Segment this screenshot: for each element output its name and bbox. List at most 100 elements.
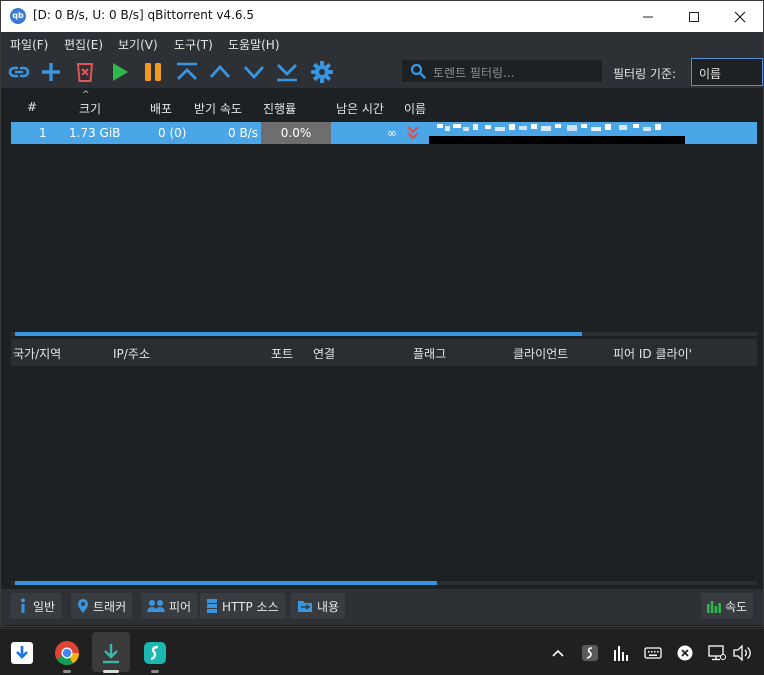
tab-trackers[interactable]: 트래커 (71, 593, 133, 619)
row-eta: ∞ (387, 126, 397, 140)
move-top-button[interactable] (174, 59, 200, 85)
peers-list-scrollbar-thumb[interactable] (15, 581, 437, 585)
peer-column-country[interactable]: 국가/지역 (13, 345, 61, 362)
column-seeds[interactable]: 배포 (150, 100, 172, 117)
row-down-speed: 0 B/s (228, 126, 258, 140)
surfshark-tray-icon (582, 645, 598, 661)
add-torrent-file-button[interactable] (38, 59, 64, 85)
tray-volume[interactable] (732, 643, 752, 663)
row-size: 1.73 GiB (69, 126, 121, 140)
move-top-icon (177, 62, 197, 80)
peer-column-connection[interactable]: 연결 (313, 345, 335, 362)
surfshark-icon (144, 642, 166, 664)
peer-column-peer-id-client[interactable]: 피어 ID 클라이' (613, 345, 692, 362)
peer-column-port[interactable]: 포트 (271, 345, 293, 362)
menu-bar: 파일(F) 편집(E) 보기(V) 도구(T) 도움말(H) (1, 32, 763, 56)
move-down-icon (243, 66, 265, 80)
show-hidden-icons-button[interactable] (548, 643, 568, 663)
search-placeholder: 토렌트 필터링... (433, 66, 515, 80)
maximize-button[interactable] (671, 1, 717, 32)
delete-button[interactable] (72, 59, 98, 85)
tab-content[interactable]: 내용 (291, 593, 346, 619)
column-eta[interactable]: 남은 시간 (336, 100, 384, 117)
qbittorrent-active-indicator (103, 670, 119, 673)
tab-peers-label: 피어 (169, 599, 192, 614)
taskbar-surfshark[interactable] (139, 637, 171, 669)
redacted-torrent-name (429, 122, 685, 144)
resume-button[interactable] (107, 59, 133, 85)
move-up-button[interactable] (207, 59, 233, 85)
move-bottom-button[interactable] (274, 59, 300, 85)
delete-icon (76, 63, 94, 82)
tab-http-sources[interactable]: HTTP 소스 (200, 593, 285, 619)
taskbar-downloader-app[interactable] (6, 637, 38, 669)
surfshark-running-indicator (151, 670, 159, 673)
menu-help[interactable]: 도움말(H) (228, 36, 280, 53)
row-seeds: 0 (0) (158, 126, 187, 140)
column-down-speed[interactable]: 받기 속도 (194, 100, 242, 117)
title-bar: qb [D: 0 B/s, U: 0 B/s] qBittorrent v4.6… (1, 1, 763, 32)
circle-x-icon (677, 645, 693, 661)
column-size[interactable]: 크기 (79, 100, 101, 117)
peer-column-flags[interactable]: 플래그 (413, 345, 446, 362)
close-button[interactable] (717, 1, 763, 32)
speed-graph-label: 속도 (725, 599, 748, 614)
play-icon (113, 63, 128, 81)
window-title: [D: 0 B/s, U: 0 B/s] qBittorrent v4.6.5 (33, 8, 254, 22)
keyboard-icon (644, 647, 662, 659)
taskbar-chrome[interactable] (51, 637, 83, 669)
filter-by-select[interactable]: 이름 (691, 58, 763, 86)
link-icon (8, 66, 30, 78)
move-up-icon (209, 64, 231, 78)
pause-button[interactable] (140, 59, 166, 85)
peers-list (11, 366, 757, 588)
transfer-list-scrollbar-thumb[interactable] (15, 332, 582, 336)
users-icon (147, 599, 165, 613)
minimize-button[interactable] (625, 1, 671, 32)
qbittorrent-window: qb [D: 0 B/s, U: 0 B/s] qBittorrent v4.6… (0, 0, 764, 627)
filter-by-label: 필터링 기준: (613, 67, 677, 81)
add-torrent-link-button[interactable] (6, 59, 32, 85)
network-icon (708, 645, 726, 661)
tray-audio-meter[interactable] (611, 643, 631, 663)
tab-trackers-label: 트래커 (93, 599, 127, 614)
tab-content-label: 내용 (317, 599, 340, 614)
sort-indicator: ^ (82, 90, 90, 100)
menu-view[interactable]: 보기(V) (118, 36, 158, 53)
row-index: 1 (39, 126, 47, 140)
tray-surfshark[interactable] (580, 643, 600, 663)
menu-file[interactable]: 파일(F) (10, 36, 48, 53)
tray-keyboard[interactable] (643, 643, 663, 663)
tab-peers[interactable]: 피어 (141, 593, 198, 619)
transfer-list-scrollbar[interactable] (11, 332, 757, 336)
info-icon (17, 598, 29, 614)
qbittorrent-download-icon (103, 644, 119, 664)
gear-icon (311, 61, 333, 83)
options-button[interactable] (309, 59, 335, 85)
taskbar-qbittorrent[interactable] (95, 637, 127, 669)
torrent-filter-input[interactable]: 토렌트 필터링... (402, 60, 602, 82)
menu-tools[interactable]: 도구(T) (174, 36, 213, 53)
peers-header: 국가/지역 IP/주소 포트 연결 플래그 클라이언트 피어 ID 클라이' (11, 339, 757, 366)
peers-list-scrollbar[interactable] (11, 581, 757, 585)
peer-column-client[interactable]: 클라이언트 (513, 345, 568, 362)
move-down-button[interactable] (241, 59, 267, 85)
pause-icon (145, 63, 161, 81)
chevron-up-icon (552, 649, 564, 657)
table-row[interactable]: 1 1.73 GiB 0 (0) 0 B/s 0.0% ∞ (11, 122, 757, 144)
column-progress[interactable]: 진행률 (263, 100, 296, 117)
maximize-icon (689, 11, 699, 22)
column-index[interactable]: # (27, 100, 37, 114)
tab-general-label: 일반 (33, 599, 56, 614)
menu-edit[interactable]: 편집(E) (64, 36, 103, 53)
tab-general[interactable]: 일반 (11, 593, 62, 619)
speed-graph-button[interactable]: 속도 (701, 593, 754, 619)
speaker-icon (733, 645, 751, 661)
tray-network[interactable] (707, 643, 727, 663)
tray-close-app[interactable] (675, 643, 695, 663)
minimize-icon (643, 16, 653, 17)
column-name[interactable]: 이름 (404, 100, 426, 117)
properties-tab-bar: 일반 트래커 피어 HTTP 소스 내용 속도 (1, 589, 763, 625)
peer-column-ip[interactable]: IP/주소 (113, 345, 150, 362)
filter-by-value: 이름 (699, 67, 722, 81)
